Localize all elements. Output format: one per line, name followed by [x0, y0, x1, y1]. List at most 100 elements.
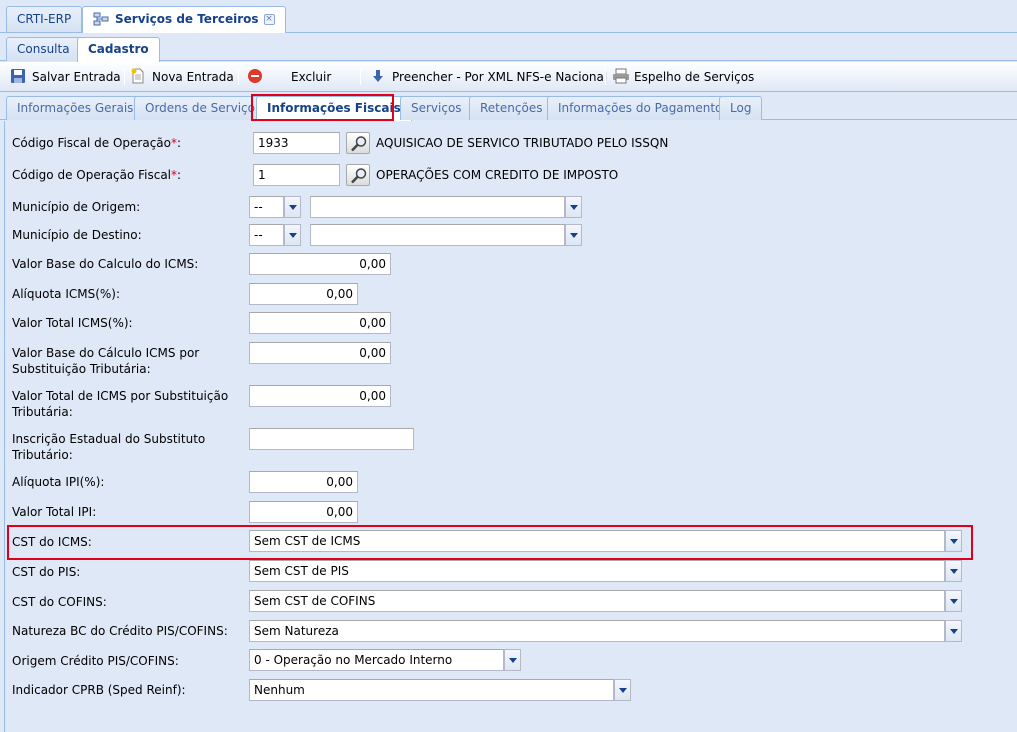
credit-nature-label: Natureza BC do Crédito PIS/COFINS: [12, 624, 228, 638]
destination-city-select[interactable] [310, 224, 565, 246]
destination-state-select[interactable]: -- [249, 224, 284, 246]
tab-consulta[interactable]: Consulta [6, 37, 81, 61]
ipi-total-input[interactable]: 0,00 [249, 501, 358, 523]
detail-tab-bar: Informações Gerais Ordens de Serviço Inf… [0, 93, 1017, 121]
icms-st-total-label: Valor Total de ICMS por Substituição Trib… [12, 388, 228, 420]
tab-informacoes-gerais[interactable]: Informações Gerais [6, 96, 145, 120]
tab-informacoes-do-pagamento[interactable]: Informações do Pagamento [547, 96, 734, 120]
label-line: Valor Total de ICMS por Substituição [12, 389, 229, 403]
cst-icms-highlight [7, 525, 973, 560]
delete-icon [247, 68, 263, 84]
icms-st-total-input[interactable]: 0,00 [249, 385, 391, 407]
credit-nature-select[interactable]: Sem Natureza [249, 620, 945, 642]
printer-icon [612, 68, 629, 84]
icms-st-base-label: Valor Base do Cálculo ICMS por Substituiç… [12, 345, 199, 377]
tab-log[interactable]: Log [719, 96, 763, 120]
substitute-state-registration-input[interactable] [249, 428, 414, 450]
chevron-down-icon[interactable] [284, 224, 301, 246]
icms-base-label: Valor Base do Calculo do ICMS: [12, 257, 199, 271]
toolbar-separator [124, 69, 125, 85]
save-entry-button[interactable]: Salvar Entrada [10, 68, 121, 86]
cof-lookup-button[interactable] [346, 164, 370, 186]
origin-state-select[interactable]: -- [249, 196, 284, 218]
toolbar-separator [360, 69, 361, 85]
tab-servicos[interactable]: Serviços [400, 96, 473, 120]
cfop-input[interactable]: 1933 [253, 132, 340, 154]
service-mirror-button[interactable]: Espelho de Serviços [612, 68, 754, 86]
mode-tab-bar: Consulta Cadastro [0, 34, 1017, 62]
label-line: Tributária: [12, 405, 73, 419]
chevron-down-icon[interactable] [945, 590, 962, 612]
new-entry-label: Nova Entrada [152, 70, 234, 84]
credit-origin-select[interactable]: 0 - Operação no Mercado Interno [249, 649, 504, 671]
tab-label: Retenções [480, 101, 543, 115]
new-entry-button[interactable]: Nova Entrada [130, 68, 234, 86]
chevron-down-icon[interactable] [565, 196, 582, 218]
icms-st-base-input[interactable]: 0,00 [249, 342, 391, 364]
app-tab-label: CRTI-ERP [17, 12, 72, 26]
tab-retencoes[interactable]: Retenções [469, 96, 554, 120]
tab-label: Informações do Pagamento [558, 101, 723, 115]
label-line: Valor Base do Cálculo ICMS por [12, 346, 200, 360]
app-tab-servicos-terceiros[interactable]: Serviços de Terceiros × [82, 6, 286, 33]
chevron-down-icon[interactable] [284, 196, 301, 218]
label-line: Inscrição Estadual do Substituto [12, 432, 206, 446]
toolbar-separator [238, 69, 239, 85]
cfop-label-text: Código Fiscal de Operação [12, 136, 171, 150]
chevron-down-icon[interactable] [504, 649, 521, 671]
label-line: Substituição Tributária: [12, 362, 151, 376]
cprb-indicator-label: Indicador CPRB (Sped Reinf): [12, 683, 186, 697]
cst-pis-select[interactable]: Sem CST de PIS [249, 560, 945, 582]
icms-rate-input[interactable]: 0,00 [249, 283, 358, 305]
tab-ordens-de-servico[interactable]: Ordens de Serviço [134, 96, 266, 120]
tab-label: Serviços [411, 101, 462, 115]
icms-total-input[interactable]: 0,00 [249, 312, 391, 334]
delete-label: Excluir [291, 70, 332, 84]
cof-label: Código de Operação Fiscal*: [12, 167, 181, 183]
origin-city-label: Município de Origem: [12, 200, 141, 214]
tab-label: Log [730, 101, 752, 115]
credit-origin-label: Origem Crédito PIS/COFINS: [12, 654, 179, 668]
tab-label: Consulta [17, 42, 70, 56]
cst-cofins-label: CST do COFINS: [12, 595, 107, 609]
ipi-total-label: Valor Total IPI: [12, 505, 97, 519]
close-icon[interactable]: × [263, 14, 275, 25]
floppy-disk-icon [10, 68, 26, 84]
icms-total-label: Valor Total ICMS(%): [12, 316, 133, 330]
fill-xml-button[interactable]: Preencher - Por XML NFS-e Nacional [370, 68, 607, 86]
delete-button[interactable]: Excluir [247, 68, 331, 86]
cst-pis-label: CST do PIS: [12, 565, 81, 579]
icms-base-input[interactable]: 0,00 [249, 253, 391, 275]
cprb-indicator-select[interactable]: Nenhum [249, 679, 614, 701]
arrow-down-icon [370, 68, 386, 84]
label-colon: : [177, 136, 182, 150]
ipi-rate-label: Alíquota IPI(%): [12, 475, 105, 489]
ipi-rate-input[interactable]: 0,00 [249, 471, 358, 493]
chevron-down-icon[interactable] [565, 224, 582, 246]
cfop-label: Código Fiscal de Operação*: [12, 135, 181, 151]
cst-cofins-select[interactable]: Sem CST de COFINS [249, 590, 945, 612]
app-tab-crti-erp[interactable]: CRTI-ERP [6, 6, 83, 32]
magnifier-icon [351, 168, 367, 184]
origin-city-select[interactable] [310, 196, 565, 218]
chevron-down-icon[interactable] [614, 679, 631, 701]
tab-label: Ordens de Serviço [145, 101, 255, 115]
tab-cadastro[interactable]: Cadastro [77, 37, 160, 62]
chevron-down-icon[interactable] [945, 620, 962, 642]
destination-city-label: Município de Destino: [12, 228, 142, 242]
tab-label: Cadastro [88, 42, 149, 56]
fill-xml-label: Preencher - Por XML NFS-e Nacional [392, 70, 608, 84]
icms-rate-label: Alíquota ICMS(%): [12, 287, 121, 301]
substitute-state-registration-label: Inscrição Estadual do Substituto Tributár… [12, 431, 205, 463]
cof-input[interactable]: 1 [253, 164, 340, 186]
save-entry-label: Salvar Entrada [32, 70, 121, 84]
hierarchy-icon [93, 10, 109, 26]
new-document-icon [130, 68, 146, 84]
cof-description: OPERAÇÕES COM CREDITO DE IMPOSTO [376, 168, 619, 182]
label-colon: : [177, 168, 182, 182]
cfop-lookup-button[interactable] [346, 132, 370, 154]
chevron-down-icon[interactable] [945, 560, 962, 582]
tab-label: Informações Gerais [17, 101, 134, 115]
app-tab-label: Serviços de Terceiros [115, 12, 259, 26]
cfop-description: AQUISICAO DE SERVICO TRIBUTADO PELO ISSQ… [376, 136, 669, 150]
